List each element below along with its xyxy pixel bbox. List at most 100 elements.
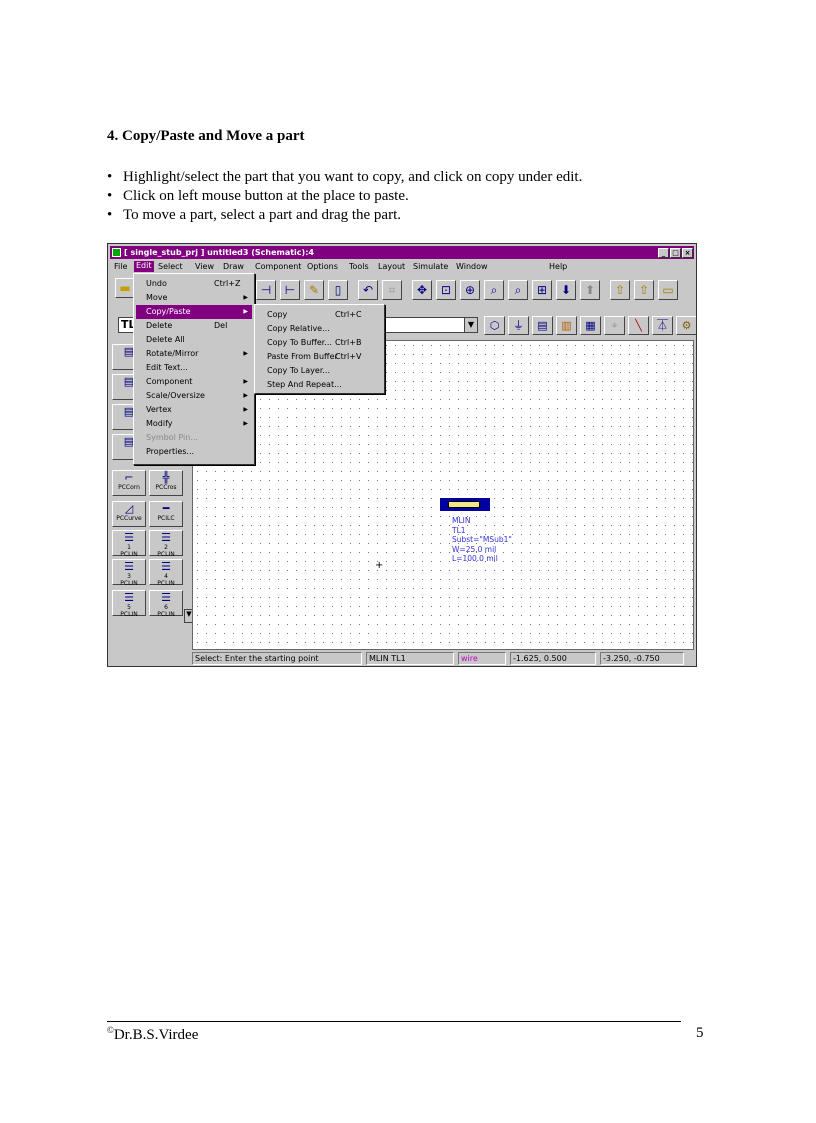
undo-icon[interactable]: ↶ bbox=[358, 280, 378, 300]
menu-view[interactable]: View bbox=[195, 262, 214, 271]
menu-item-modify[interactable]: Modify ▶ bbox=[136, 417, 252, 431]
name-icon[interactable]: ⏄ bbox=[652, 316, 673, 335]
menu-item-move[interactable]: Move ▶ bbox=[136, 291, 252, 305]
menu-item-copy-paste[interactable]: Copy/Paste ▶ bbox=[136, 305, 252, 319]
insert-pin-icon[interactable]: ⊣ bbox=[256, 280, 276, 300]
footer-author: ©Dr.B.S.Virdee bbox=[107, 1025, 199, 1043]
list-item: Highlight/select the part that you want … bbox=[107, 168, 582, 187]
line-icon: ━ bbox=[162, 502, 170, 515]
palette-combo[interactable]: ▼ bbox=[382, 317, 478, 333]
menu-tools[interactable]: Tools bbox=[349, 262, 369, 271]
menu-item-copy-relative[interactable]: Copy Relative... bbox=[257, 322, 382, 336]
palette-item[interactable]: ⌐ PCCorn bbox=[112, 470, 146, 496]
chevron-down-icon[interactable]: ▼ bbox=[464, 318, 477, 332]
menu-item-properties[interactable]: Properties... bbox=[136, 445, 252, 459]
menu-item-rotate-mirror[interactable]: Rotate/Mirror ▶ bbox=[136, 347, 252, 361]
part-labels: MLIN TL1 Subst="MSub1" W=25.0 mil L=100.… bbox=[452, 516, 512, 563]
menu-item-edit-text[interactable]: Edit Text... bbox=[136, 361, 252, 375]
mlin-part[interactable] bbox=[440, 498, 490, 511]
pop-up-icon[interactable]: ⬆ bbox=[580, 280, 600, 300]
menu-simulate[interactable]: Simulate bbox=[413, 262, 448, 271]
coupled-line-icon: ☰ bbox=[124, 560, 134, 573]
menu-item-paste-from-buffer[interactable]: Paste From Buffer Ctrl+V bbox=[257, 350, 382, 364]
title-bar: [ single_stub_prj ] untitled3 (Schematic… bbox=[110, 246, 694, 259]
palette-item[interactable]: ☰ 6 PCLIN bbox=[149, 590, 183, 618]
menu-draw[interactable]: Draw bbox=[223, 262, 244, 271]
status-bar: Select: Enter the starting point MLIN TL… bbox=[192, 652, 694, 666]
palette-item[interactable]: ◿ PCCurve bbox=[112, 501, 146, 527]
menu-item-delete-all[interactable]: Delete All bbox=[136, 333, 252, 347]
menu-item-vertex[interactable]: Vertex ▶ bbox=[136, 403, 252, 417]
palette-item[interactable]: ☰ 4 PCLIN bbox=[149, 559, 183, 587]
up-arrow-icon[interactable]: ⇧ bbox=[610, 280, 630, 300]
status-selection: MLIN TL1 bbox=[366, 652, 454, 665]
view-all-icon[interactable]: ⊞ bbox=[532, 280, 552, 300]
status-prompt: Select: Enter the starting point bbox=[192, 652, 362, 665]
gear-icon[interactable]: ⚙ bbox=[676, 316, 696, 335]
list-item: Click on left mouse button at the place … bbox=[107, 187, 582, 206]
coupled-line-icon: ☰ bbox=[161, 591, 171, 604]
menu-file[interactable]: File bbox=[114, 262, 127, 271]
menu-component[interactable]: Component bbox=[255, 262, 301, 271]
pan-icon[interactable]: ✥ bbox=[412, 280, 432, 300]
display-icon[interactable]: ▦ bbox=[580, 316, 601, 335]
menu-item-copy[interactable]: Copy Ctrl+C bbox=[257, 308, 382, 322]
mlin-body bbox=[448, 501, 480, 508]
palette-item[interactable]: ╬ PCCros bbox=[149, 470, 183, 496]
menu-item-undo[interactable]: Undo Ctrl+Z bbox=[136, 277, 252, 291]
minimize-button[interactable]: _ bbox=[658, 247, 669, 258]
wire-icon[interactable]: ╲ bbox=[628, 316, 649, 335]
zoom-out-icon[interactable]: ⌕ bbox=[508, 280, 528, 300]
menu-layout[interactable]: Layout bbox=[378, 262, 405, 271]
corner-icon: ⌐ bbox=[124, 471, 134, 484]
status-layer: wire bbox=[458, 652, 506, 665]
status-coords-delta: -3.250, -0.750 bbox=[600, 652, 684, 665]
menu-bar: File Edit Select View Draw Component Opt… bbox=[110, 260, 694, 273]
menu-item-component[interactable]: Component ▶ bbox=[136, 375, 252, 389]
menu-item-symbol-pin: Symbol Pin... bbox=[146, 433, 198, 442]
palette-item[interactable]: ☰ 2 PCLIN bbox=[149, 530, 183, 558]
ground-icon[interactable]: ⏚ bbox=[508, 316, 529, 335]
next-arrow-icon[interactable]: ⇧ bbox=[634, 280, 654, 300]
menu-item-delete[interactable]: Delete Del bbox=[136, 319, 252, 333]
tag-icon[interactable]: ▭ bbox=[658, 280, 678, 300]
coupled-line-icon: ☰ bbox=[161, 560, 171, 573]
menu-item-scale-oversize[interactable]: Scale/Oversize ▶ bbox=[136, 389, 252, 403]
list-item: To move a part, select a part and drag t… bbox=[107, 206, 582, 225]
menu-edit[interactable]: Edit bbox=[134, 261, 154, 272]
edit-disabled-icon[interactable]: ⌗ bbox=[382, 280, 402, 300]
schematic-window-screenshot: [ single_stub_prj ] untitled3 (Schematic… bbox=[107, 243, 697, 667]
pencil-icon[interactable]: ✎ bbox=[304, 280, 324, 300]
zoom-area-icon[interactable]: ⊡ bbox=[436, 280, 456, 300]
zoom-point-icon[interactable]: ⌕ bbox=[484, 280, 504, 300]
instruction-list: Highlight/select the part that you want … bbox=[107, 168, 582, 225]
open-folder-icon[interactable]: ▬ bbox=[115, 278, 135, 298]
page-number: 5 bbox=[696, 1025, 704, 1041]
coupled-line-icon: ☰ bbox=[161, 531, 171, 544]
menu-options[interactable]: Options bbox=[307, 262, 338, 271]
var-icon[interactable]: ▤ bbox=[532, 316, 553, 335]
palette-item[interactable]: ☰ 5 PCLIN bbox=[112, 590, 146, 618]
disabled-icon[interactable]: ⌖ bbox=[604, 316, 625, 335]
menu-help[interactable]: Help bbox=[549, 262, 567, 271]
status-coords: -1.625, 0.500 bbox=[510, 652, 596, 665]
close-button[interactable]: × bbox=[682, 247, 693, 258]
push-down-icon[interactable]: ⬇ bbox=[556, 280, 576, 300]
palette-item[interactable]: ☰ 1 PCLIN bbox=[112, 530, 146, 558]
insert-port-icon[interactable]: ⊢ bbox=[280, 280, 300, 300]
port-icon[interactable]: ⬡ bbox=[484, 316, 505, 335]
window-title: [ single_stub_prj ] untitled3 (Schematic… bbox=[124, 248, 314, 257]
maximize-button[interactable]: □ bbox=[670, 247, 681, 258]
menu-item-step-and-repeat[interactable]: Step And Repeat... bbox=[257, 378, 382, 392]
trash-icon[interactable]: ▯ bbox=[328, 280, 348, 300]
cross-icon: ╬ bbox=[162, 471, 170, 484]
menu-select[interactable]: Select bbox=[158, 262, 183, 271]
palette-item[interactable]: ☰ 3 PCLIN bbox=[112, 559, 146, 587]
menu-window[interactable]: Window bbox=[456, 262, 488, 271]
copy-paste-submenu: Copy Ctrl+C Copy Relative... Copy To Buff… bbox=[254, 304, 385, 394]
palette-item[interactable]: ━ PCILC bbox=[149, 501, 183, 527]
menu-item-copy-to-buffer[interactable]: Copy To Buffer... Ctrl+B bbox=[257, 336, 382, 350]
zoom-in-icon[interactable]: ⊕ bbox=[460, 280, 480, 300]
chart-icon[interactable]: ▥ bbox=[556, 316, 577, 335]
menu-item-copy-to-layer[interactable]: Copy To Layer... bbox=[257, 364, 382, 378]
